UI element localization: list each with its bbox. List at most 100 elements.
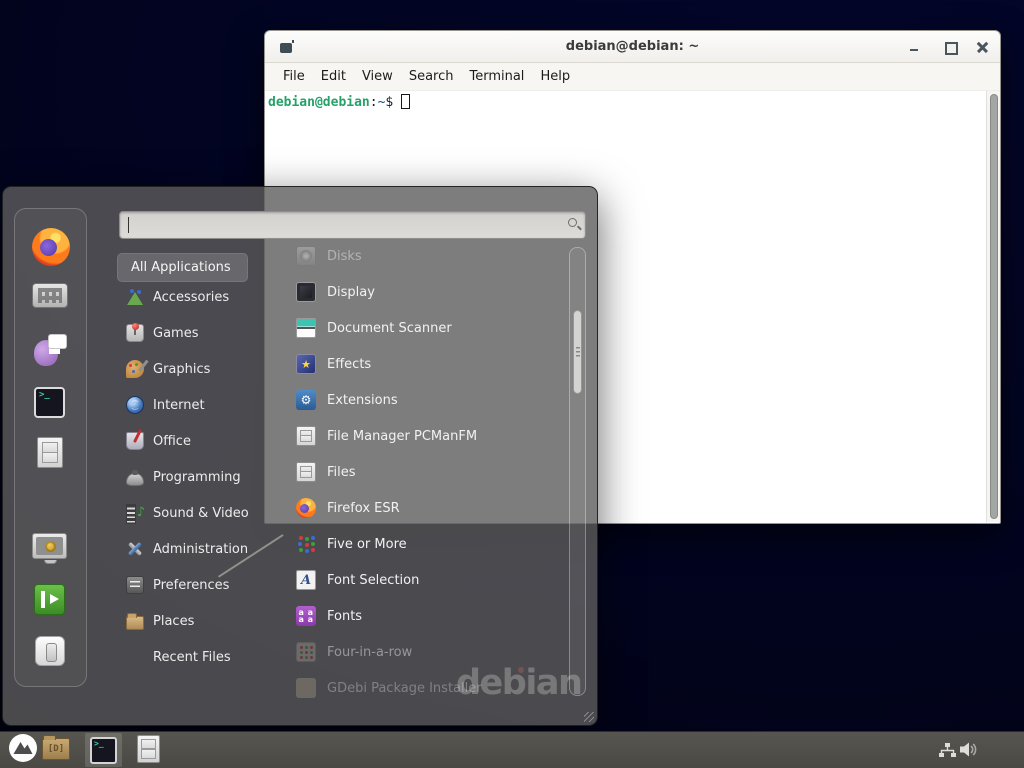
firefox-icon (296, 498, 316, 518)
app-label: Fonts (327, 609, 362, 624)
app-firefox-esr[interactable]: Firefox ESR (282, 490, 576, 526)
file-cabinet-icon (296, 426, 316, 446)
app-gdebi-package-installer[interactable]: GDebi Package Installer (282, 670, 576, 702)
menu-scrollbar[interactable] (569, 247, 586, 696)
log-out-icon (34, 584, 65, 615)
network-icon[interactable] (939, 743, 956, 762)
category-label: Programming (153, 470, 241, 485)
app-label: Files (327, 465, 356, 480)
category-list: Accessories Games Graphics Internet Offi… (117, 279, 287, 675)
places-icon (126, 616, 144, 630)
category-games[interactable]: Games (117, 315, 287, 351)
category-sound-video[interactable]: Sound & Video (117, 495, 287, 531)
document-scanner-icon (296, 318, 316, 338)
no-icon-spacer (126, 648, 144, 666)
terminal-icon (90, 737, 117, 764)
text-caret (128, 217, 129, 233)
menu-scrollbar-thumb[interactable] (573, 310, 582, 394)
app-fonts[interactable]: Fonts (282, 598, 576, 634)
app-label: GDebi Package Installer (327, 681, 482, 696)
app-disks[interactable]: Disks (282, 238, 576, 274)
terminal-scrollbar-thumb[interactable] (990, 94, 998, 519)
terminal-title: debian@debian: ~ (265, 39, 1000, 54)
resize-grip[interactable] (584, 712, 594, 722)
prompt-user-host: debian@debian (268, 95, 370, 110)
category-recent-files[interactable]: Recent Files (117, 639, 287, 675)
all-applications-button[interactable]: All Applications (117, 253, 248, 282)
app-display[interactable]: Display (282, 274, 576, 310)
menu-terminal[interactable]: Terminal (461, 69, 532, 84)
menu-view[interactable]: View (354, 69, 401, 84)
file-cabinet-icon (296, 462, 316, 482)
font-selection-icon (296, 570, 316, 590)
app-font-selection[interactable]: Font Selection (282, 562, 576, 598)
app-label: Font Selection (327, 573, 419, 588)
app-document-scanner[interactable]: Document Scanner (282, 310, 576, 346)
app-label: Document Scanner (327, 321, 452, 336)
keyboard-icon (32, 283, 68, 308)
lock-screen-button[interactable] (32, 533, 67, 559)
menu-button[interactable] (8, 733, 38, 763)
favorite-file-manager-button[interactable] (37, 437, 63, 468)
favorite-firefox-button[interactable] (32, 228, 70, 266)
category-internet[interactable]: Internet (117, 387, 287, 423)
app-five-or-more[interactable]: Five or More (282, 526, 576, 562)
app-label: Display (327, 285, 375, 300)
menu-edit[interactable]: Edit (313, 69, 354, 84)
app-four-in-a-row[interactable]: Four-in-a-row (282, 634, 576, 670)
app-effects[interactable]: Effects (282, 346, 576, 382)
app-label: Disks (327, 249, 362, 264)
category-graphics[interactable]: Graphics (117, 351, 287, 387)
app-label: Effects (327, 357, 371, 372)
category-office[interactable]: Office (117, 423, 287, 459)
sound-video-icon (126, 504, 144, 522)
favorite-pidgin-button[interactable] (33, 332, 67, 366)
five-or-more-icon (296, 534, 316, 554)
menu-help[interactable]: Help (532, 69, 578, 84)
maximize-button[interactable] (944, 41, 956, 53)
terminal-menubar: File Edit View Search Terminal Help (265, 63, 1000, 91)
application-list: Disks Display Document Scanner Effects E… (282, 238, 576, 702)
shut-down-button[interactable] (35, 636, 65, 666)
terminal-titlebar[interactable]: debian@debian: ~ (265, 31, 1000, 63)
gdebi-icon (296, 678, 316, 698)
terminal-cursor (401, 94, 410, 109)
minimize-button[interactable] (908, 41, 920, 53)
menu-search[interactable]: Search (401, 69, 462, 84)
category-label: Preferences (153, 578, 229, 593)
log-out-button[interactable] (34, 584, 65, 615)
category-programming[interactable]: Programming (117, 459, 287, 495)
search-input[interactable] (119, 211, 586, 239)
taskbar-terminal-button[interactable] (85, 733, 122, 767)
pidgin-icon (33, 332, 67, 366)
file-cabinet-icon (37, 437, 63, 468)
favorite-keyboard-button[interactable] (32, 283, 68, 308)
menu-file[interactable]: File (275, 69, 313, 84)
app-files[interactable]: Files (282, 454, 576, 490)
terminal-scrollbar[interactable] (986, 91, 1000, 522)
display-icon (296, 282, 316, 302)
internet-icon (126, 396, 144, 414)
close-button[interactable] (977, 41, 989, 53)
volume-icon[interactable] (960, 742, 978, 761)
app-label: Extensions (327, 393, 398, 408)
category-places[interactable]: Places (117, 603, 287, 639)
terminal-icon (34, 387, 65, 418)
app-label: Firefox ESR (327, 501, 400, 516)
category-label: Graphics (153, 362, 210, 377)
distro-logo-icon (8, 733, 38, 763)
preferences-icon (126, 576, 144, 594)
app-file-manager-pcmanfm[interactable]: File Manager PCManFM (282, 418, 576, 454)
favorite-terminal-button[interactable] (34, 387, 65, 418)
app-label: Four-in-a-row (327, 645, 412, 660)
category-label: Places (153, 614, 194, 629)
applications-menu: All Applications Accessories Games Graph… (2, 186, 598, 726)
disks-icon (296, 246, 316, 266)
desktop-screen: debian debian@debian: ~ File Edit View S… (0, 0, 1024, 768)
app-extensions[interactable]: Extensions (282, 382, 576, 418)
taskbar-files-button[interactable] (137, 735, 160, 763)
category-label: Office (153, 434, 191, 449)
taskbar-folder-button[interactable] (42, 738, 70, 760)
category-preferences[interactable]: Preferences (117, 567, 287, 603)
category-accessories[interactable]: Accessories (117, 279, 287, 315)
